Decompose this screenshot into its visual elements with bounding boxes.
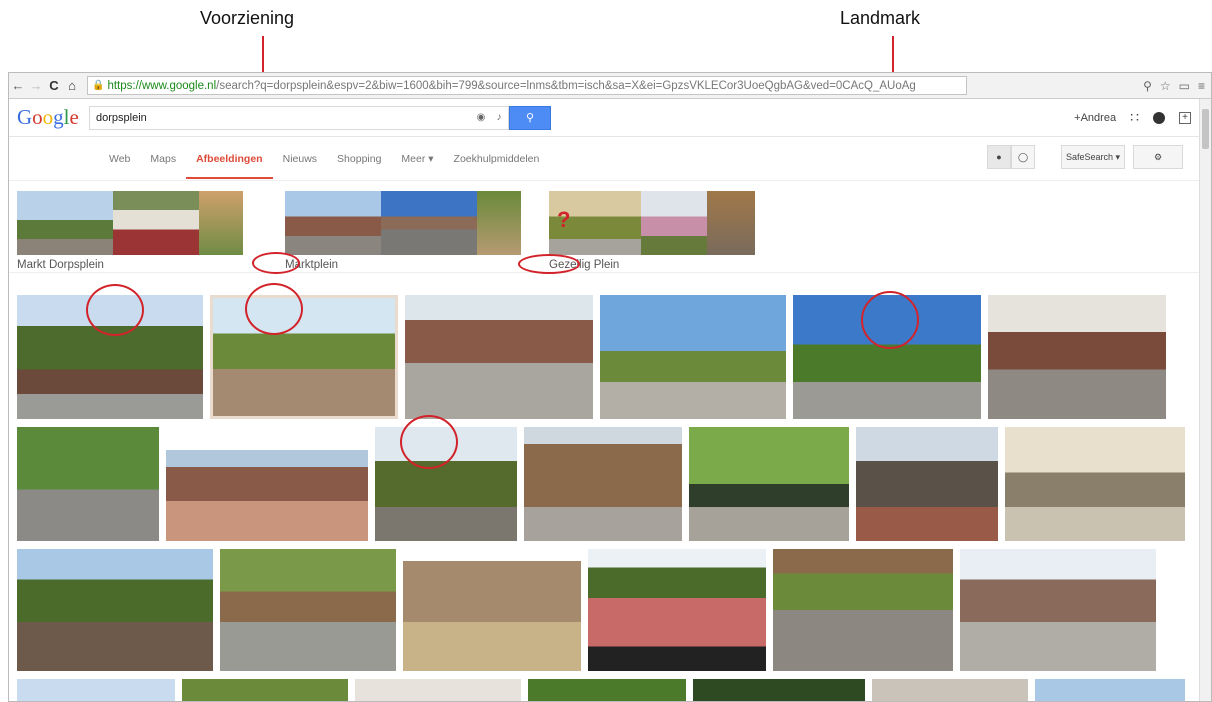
annotation-voorziening: Voorziening	[200, 8, 295, 28]
image-result[interactable]	[182, 679, 348, 701]
image-row	[17, 679, 1185, 701]
image-result[interactable]	[600, 295, 786, 419]
logo-letter: o	[32, 105, 43, 129]
related-thumbnail[interactable]	[113, 191, 199, 255]
related-thumbnail[interactable]	[477, 191, 521, 255]
image-result[interactable]	[1005, 427, 1185, 541]
lock-icon: 🔒	[92, 80, 105, 91]
search-value: dorpsplein	[96, 111, 147, 124]
microphone-icon[interactable]: ♪	[490, 112, 508, 123]
image-row	[17, 295, 1166, 419]
image-result[interactable]	[988, 295, 1166, 419]
image-row	[17, 427, 1185, 541]
image-result[interactable]	[960, 549, 1156, 671]
tab-images[interactable]: Afbeeldingen	[186, 139, 273, 179]
logo-letter: e	[69, 105, 79, 129]
image-result[interactable]	[355, 679, 521, 701]
url-host: https://www.google.nl	[107, 79, 217, 92]
tab-maps[interactable]: Maps	[140, 139, 186, 179]
tab-news[interactable]: Nieuws	[273, 139, 327, 179]
star-icon[interactable]: ☆	[1160, 79, 1171, 93]
annotation-circle-gezellig	[518, 254, 580, 274]
image-result[interactable]	[872, 679, 1028, 701]
search-button[interactable]: ⚲	[509, 105, 551, 130]
browser-window: ← → C ⌂ 🔒 https://www.google.nl /search?…	[8, 72, 1212, 702]
image-result[interactable]	[689, 427, 849, 541]
related-thumbnail[interactable]	[199, 191, 243, 255]
image-result[interactable]	[17, 549, 213, 671]
image-result[interactable]	[693, 679, 865, 701]
annotation-circle-tower-1	[86, 284, 144, 336]
related-label[interactable]: Markt Dorpsplein	[17, 259, 257, 271]
annotation-circle-tower-3	[861, 291, 919, 349]
safesearch-button[interactable]: SafeSearch ▾	[1061, 145, 1125, 169]
question-mark-annotation: ?	[557, 207, 571, 232]
url-path: /search?q=dorpsplein&espv=2&biw=1600&bih…	[216, 79, 916, 92]
logo-letter: g	[53, 105, 64, 129]
search-tabs: Web Maps Afbeeldingen Nieuws Shopping Me…	[9, 137, 1211, 181]
image-result[interactable]	[856, 427, 998, 541]
menu-icon[interactable]: ≡	[1198, 79, 1205, 93]
related-thumbnail[interactable]	[707, 191, 755, 255]
image-result[interactable]	[405, 295, 593, 419]
related-thumbnail[interactable]	[285, 191, 381, 255]
image-result[interactable]	[220, 549, 396, 671]
reload-icon[interactable]: C	[45, 78, 63, 93]
image-result[interactable]	[528, 679, 686, 701]
share-icon[interactable]: +	[1179, 111, 1191, 124]
scrollbar-thumb[interactable]	[1202, 109, 1209, 149]
home-icon[interactable]: ⌂	[63, 78, 81, 93]
image-result[interactable]	[17, 427, 159, 541]
logo-letter: G	[17, 105, 33, 129]
image-result[interactable]	[403, 549, 581, 671]
back-icon[interactable]: ←	[9, 78, 27, 93]
image-result[interactable]	[524, 427, 682, 541]
image-result[interactable]	[210, 295, 398, 419]
page-scrollbar[interactable]	[1199, 99, 1211, 701]
image-row	[17, 549, 1156, 671]
google-logo[interactable]: Google	[17, 105, 89, 130]
related-thumbnail[interactable]	[17, 191, 113, 255]
related-group[interactable]: Markt Dorpsplein	[17, 191, 257, 272]
annotation-landmark: Landmark	[840, 8, 921, 28]
image-result[interactable]	[1035, 679, 1185, 701]
logo-letter: o	[42, 105, 54, 129]
related-group[interactable]: Gezellig Plein ?	[549, 191, 789, 272]
camera-icon[interactable]: ◉	[472, 112, 490, 123]
tab-search-tools[interactable]: Zoekhulpmiddelen	[444, 139, 550, 179]
cast-icon[interactable]: ▭	[1179, 79, 1190, 93]
person-filter-button[interactable]: ●	[987, 145, 1011, 169]
apps-grid-icon[interactable]: ∷	[1130, 109, 1139, 126]
tab-more[interactable]: Meer ▾	[391, 139, 443, 179]
zoom-icon[interactable]: ⚲	[1143, 79, 1152, 93]
gear-icon: ⚙	[1153, 151, 1163, 162]
image-result[interactable]	[588, 549, 766, 671]
google-header: Google dorpsplein ◉ ♪ ⚲ +Andrea ∷ +	[9, 99, 1211, 137]
related-label[interactable]: Marktplein	[285, 259, 525, 271]
world-filter-button[interactable]: ◯	[1011, 145, 1035, 169]
image-result[interactable]	[773, 549, 953, 671]
annotation-circle-marktplein	[252, 252, 300, 274]
related-searches: Markt Dorpsplein Marktplein Gezellig Ple…	[9, 181, 1211, 273]
image-result[interactable]	[166, 427, 368, 541]
related-group[interactable]: Marktplein	[285, 191, 525, 272]
browser-toolbar: ← → C ⌂ 🔒 https://www.google.nl /search?…	[9, 73, 1211, 99]
search-icon: ⚲	[525, 112, 535, 124]
settings-button[interactable]: ⚙	[1133, 145, 1183, 169]
address-bar[interactable]: 🔒 https://www.google.nl /search?q=dorpsp…	[87, 76, 967, 95]
related-label[interactable]: Gezellig Plein	[549, 259, 789, 271]
forward-icon[interactable]: →	[27, 78, 45, 93]
search-input[interactable]: dorpsplein ◉ ♪	[89, 105, 509, 130]
user-name[interactable]: +Andrea	[1074, 112, 1116, 124]
tab-web[interactable]: Web	[99, 139, 140, 179]
tab-shopping[interactable]: Shopping	[327, 139, 391, 179]
related-thumbnail[interactable]	[381, 191, 477, 255]
image-result[interactable]	[17, 679, 175, 701]
annotation-circle-tower-4	[400, 415, 458, 469]
notifications-icon[interactable]	[1153, 111, 1165, 124]
related-thumbnail[interactable]	[641, 191, 707, 255]
annotation-circle-tower-2	[245, 283, 303, 335]
